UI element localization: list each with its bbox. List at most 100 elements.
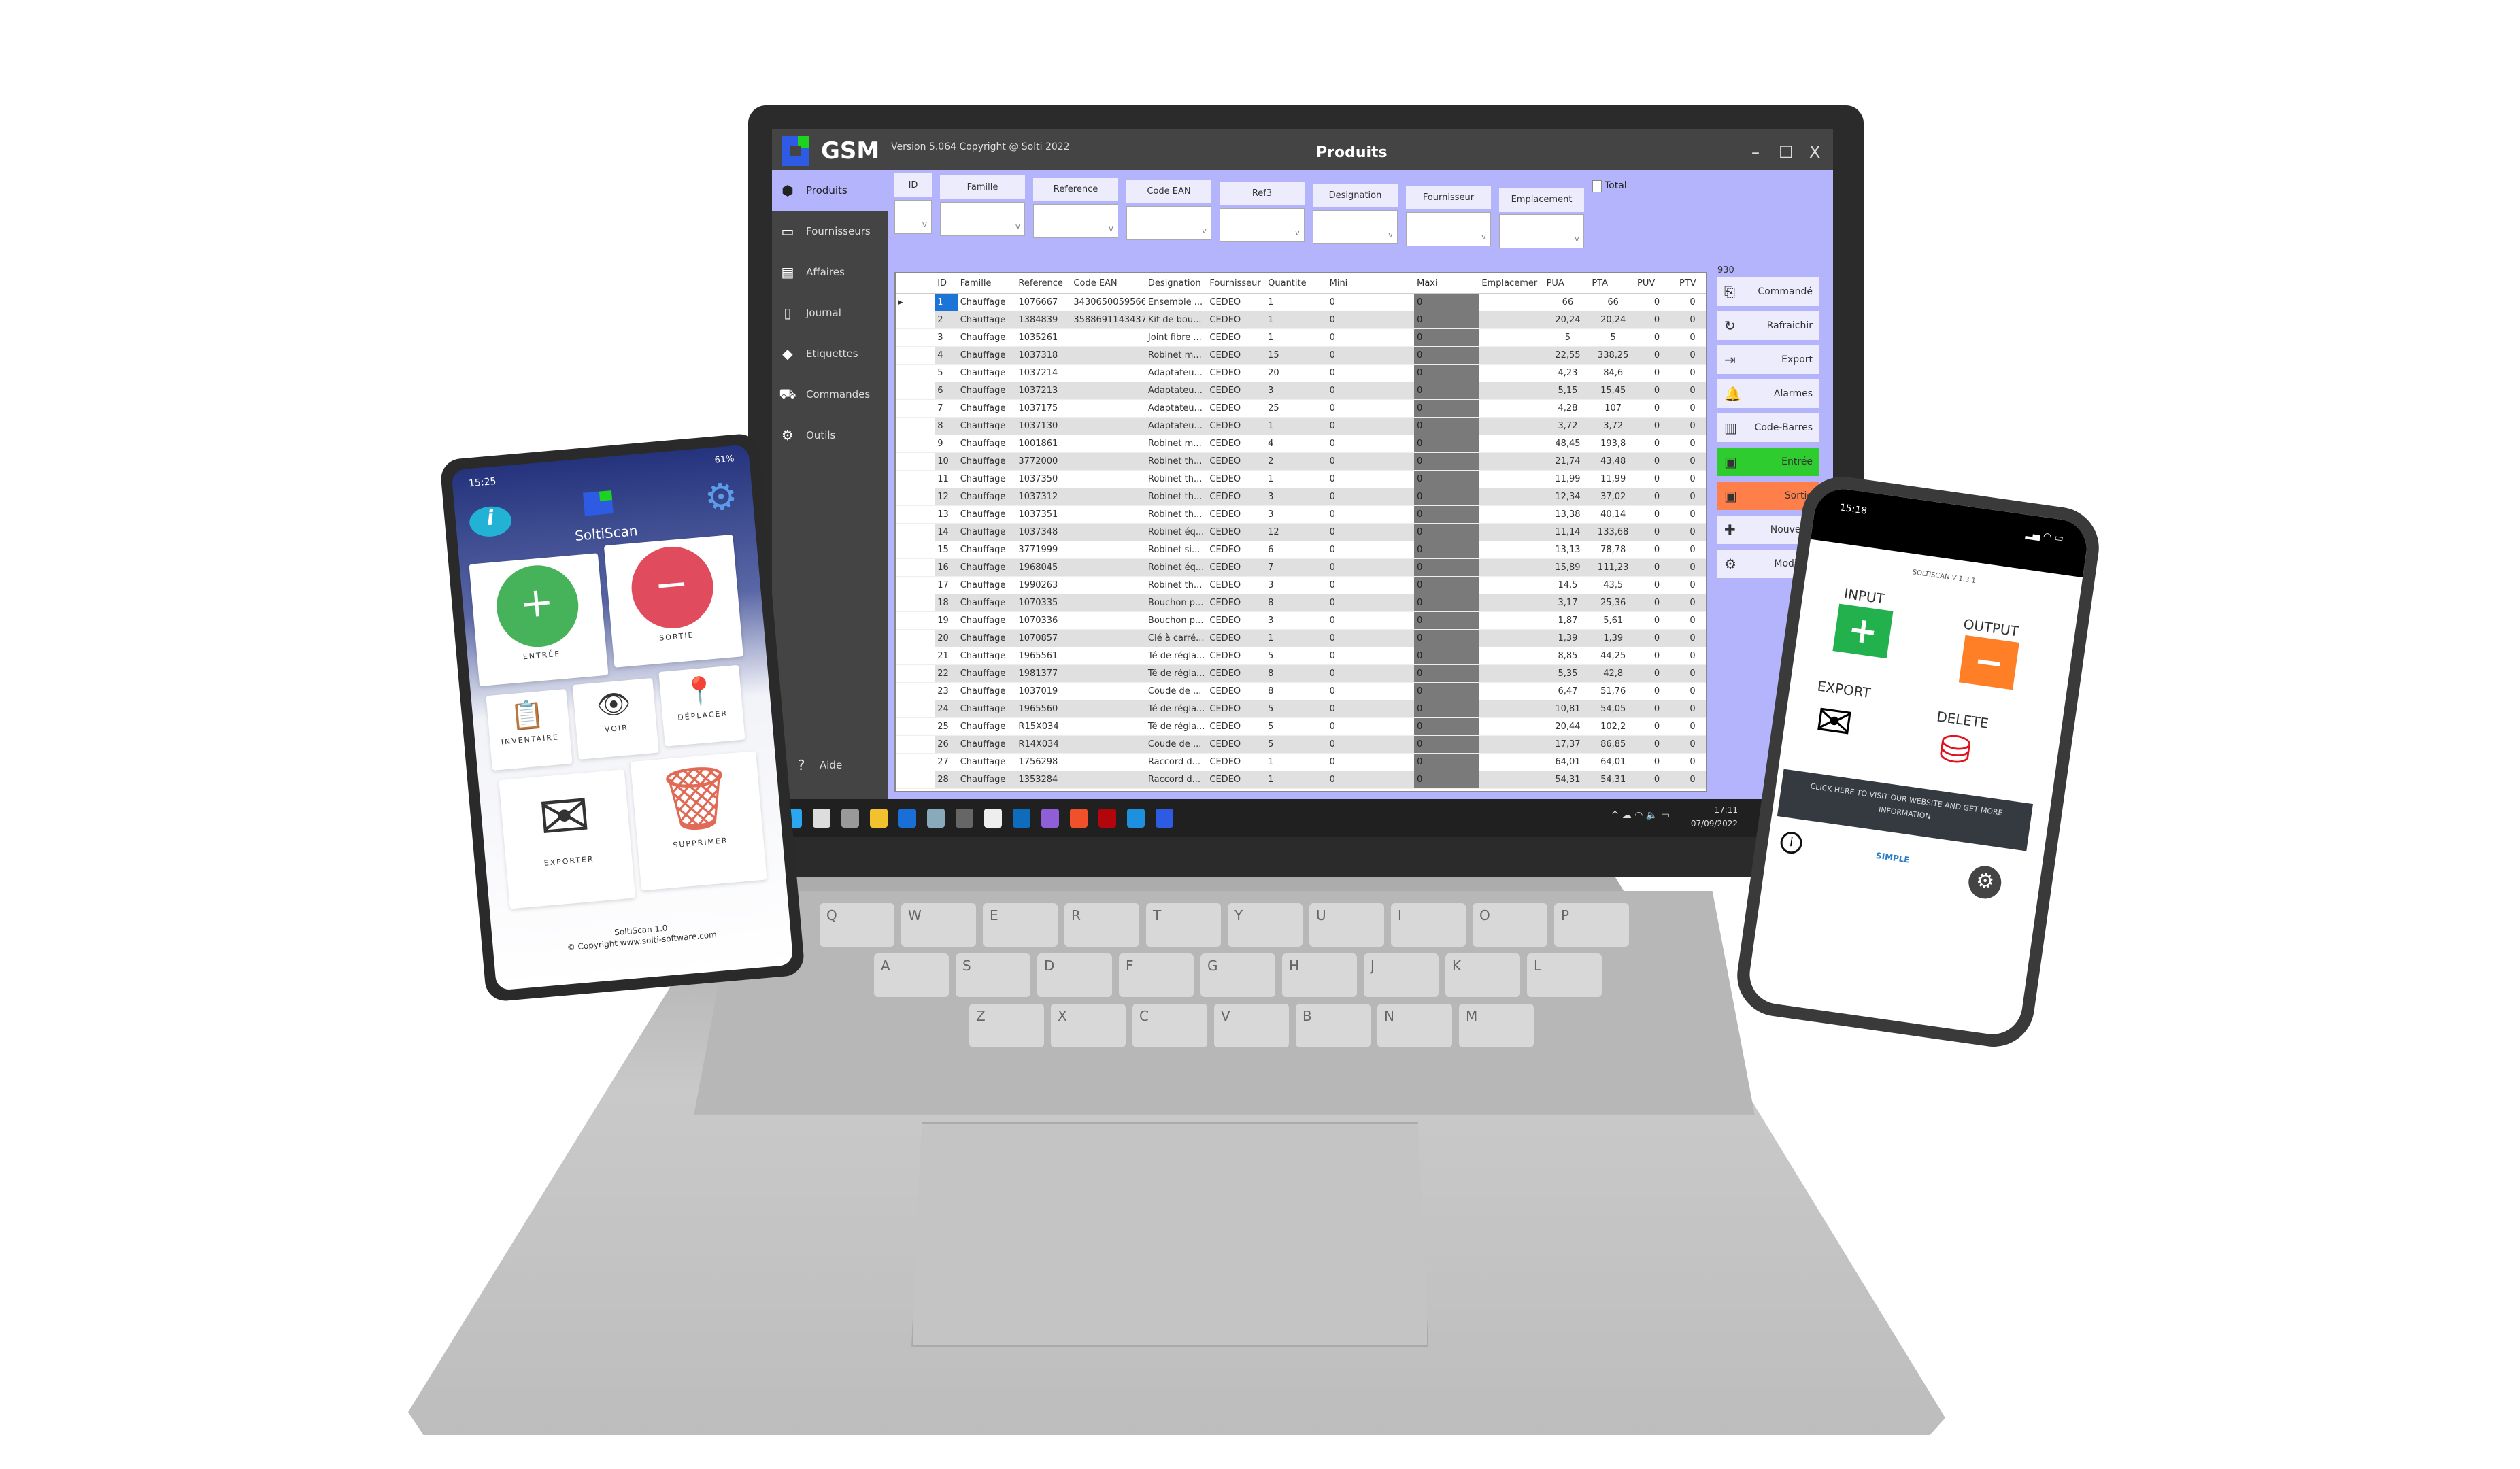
grid-cell[interactable]: 0 [1414, 736, 1479, 753]
sidebar-item-etiquettes[interactable]: ◆ Etiquettes [772, 333, 888, 374]
filter-dropdown[interactable] [1126, 206, 1211, 240]
grid-cell[interactable]: 15,45 [1589, 382, 1634, 399]
grid-cell[interactable]: 3588691143437 [1071, 311, 1145, 328]
grid-cell[interactable]: 0 [1327, 612, 1415, 629]
grid-cell[interactable]: Robinet th... [1145, 506, 1207, 523]
grid-cell[interactable]: 0 [1414, 400, 1479, 417]
grid-cell[interactable]: 78,78 [1589, 541, 1634, 558]
grid-cell[interactable]: 51,76 [1589, 683, 1634, 700]
grid-cell[interactable]: 66 [1589, 294, 1634, 311]
grid-cell[interactable]: Ensemble ... [1145, 294, 1207, 311]
grid-cell[interactable]: 1070335 [1015, 594, 1071, 611]
grid-cell[interactable]: 0 [1414, 347, 1479, 364]
grid-cell[interactable]: 1035261 [1015, 329, 1071, 346]
table-row[interactable]: 19 Chauffage 1070336 Bouchon p... CEDEO 3 0 0 1,… [896, 612, 1706, 630]
grid-cell[interactable] [1479, 382, 1543, 399]
grid-cell[interactable]: 24 [935, 700, 957, 717]
grid-cell[interactable]: Chauffage [958, 541, 1016, 558]
grid-cell[interactable]: 0 [1327, 524, 1415, 541]
grid-cell[interactable]: 8 [1265, 683, 1326, 700]
grid-cell[interactable]: CEDEO [1207, 471, 1265, 488]
grid-cell[interactable]: 14,5 [1544, 577, 1590, 594]
grid-cell[interactable]: 8 [1265, 665, 1326, 682]
grid-cell[interactable]: 0 [1327, 647, 1415, 664]
gsm-icon[interactable] [1156, 808, 1173, 828]
grid-cell[interactable]: 15,89 [1544, 559, 1590, 576]
grid-cell[interactable]: CEDEO [1207, 435, 1265, 452]
grid-cell[interactable]: CEDEO [1207, 754, 1265, 771]
settings-icon[interactable]: ⚙ [1966, 864, 2004, 901]
grid-cell[interactable]: 5,35 [1544, 665, 1590, 682]
grid-cell[interactable]: CEDEO [1207, 311, 1265, 328]
grid-cell[interactable] [1071, 329, 1145, 346]
grid-cell[interactable]: CEDEO [1207, 294, 1265, 311]
table-row[interactable]: 3 Chauffage 1035261 Joint fibre ... CEDEO 1 0 0… [896, 329, 1706, 347]
grid-cell[interactable] [1479, 683, 1543, 700]
file-explorer-icon[interactable] [870, 808, 888, 828]
grid-cell[interactable]: 1037213 [1015, 382, 1071, 399]
grid-cell[interactable]: Clé à carré... [1145, 630, 1207, 647]
grid-cell[interactable]: 1037312 [1015, 488, 1071, 505]
grid-cell[interactable] [1071, 435, 1145, 452]
grid-cell[interactable]: 11,99 [1589, 471, 1634, 488]
grid-cell[interactable]: 18 [935, 594, 957, 611]
grid-cell[interactable]: 54,31 [1544, 771, 1590, 788]
table-row[interactable]: 25 Chauffage R15X034 Té de régla... CEDEO 5 0 0… [896, 718, 1706, 736]
grid-cell[interactable]: 0 [1634, 736, 1677, 753]
grid-cell[interactable]: 9 [935, 435, 957, 452]
table-row[interactable]: 8 Chauffage 1037130 Adaptateu... CEDEO 1 0 0 3,7… [896, 418, 1706, 435]
filezilla-icon[interactable] [1098, 808, 1116, 828]
grid-cell[interactable]: CEDEO [1207, 559, 1265, 576]
row-selector[interactable] [896, 683, 935, 700]
grid-cell[interactable]: 5 [1265, 736, 1326, 753]
grid-cell[interactable] [1479, 311, 1543, 328]
grid-cell[interactable]: 0 [1677, 471, 1706, 488]
rafraichir-button[interactable]: ↻ Rafraichir [1717, 311, 1819, 340]
grid-cell[interactable]: 84,6 [1589, 365, 1634, 382]
grid-cell[interactable] [1479, 718, 1543, 735]
grid-cell[interactable] [1479, 594, 1543, 611]
row-selector[interactable] [896, 647, 935, 664]
grid-cell[interactable]: 0 [1327, 294, 1415, 311]
grid-cell[interactable]: 26 [935, 736, 957, 753]
row-selector[interactable] [896, 736, 935, 753]
export-mail-icon[interactable]: ✉ [1813, 695, 1855, 750]
column-header[interactable]: Maxi [1414, 273, 1479, 293]
table-row[interactable]: 2 Chauffage 1384839 3588691143437 Kit de bou… [896, 311, 1706, 329]
grid-cell[interactable]: 4,23 [1544, 365, 1590, 382]
grid-cell[interactable]: 6 [1265, 541, 1326, 558]
column-header[interactable]: PUA [1544, 273, 1590, 293]
grid-cell[interactable]: 0 [1634, 683, 1677, 700]
teamviewer-icon[interactable] [898, 808, 916, 828]
grid-cell[interactable]: 1965561 [1015, 647, 1071, 664]
grid-cell[interactable]: 4,28 [1544, 400, 1590, 417]
grid-cell[interactable] [1071, 718, 1145, 735]
grid-cell[interactable]: 0 [1634, 700, 1677, 717]
grid-cell[interactable]: 3,72 [1544, 418, 1590, 435]
grid-cell[interactable]: 3,17 [1544, 594, 1590, 611]
column-header[interactable]: Quantite [1265, 273, 1326, 293]
grid-cell[interactable]: 5 [1544, 329, 1590, 346]
grid-cell[interactable]: 0 [1414, 683, 1479, 700]
table-row[interactable]: ▸ 1 Chauffage 1076667 3430650059566 Ensemble … [896, 294, 1706, 311]
grid-cell[interactable]: Chauffage [958, 718, 1016, 735]
grid-cell[interactable] [1071, 559, 1145, 576]
grid-cell[interactable]: 1,39 [1544, 630, 1590, 647]
grid-cell[interactable]: 0 [1634, 771, 1677, 788]
grid-cell[interactable] [1071, 683, 1145, 700]
table-row[interactable]: 13 Chauffage 1037351 Robinet th... CEDEO 3 0 0 1… [896, 506, 1706, 524]
row-selector[interactable] [896, 488, 935, 505]
row-selector[interactable] [896, 382, 935, 399]
table-row[interactable]: 22 Chauffage 1981377 Té de régla... CEDEO 8 0 0… [896, 665, 1706, 683]
grid-cell[interactable]: 0 [1677, 736, 1706, 753]
grid-cell[interactable]: 3 [935, 329, 957, 346]
grid-cell[interactable]: Chauffage [958, 506, 1016, 523]
row-selector[interactable] [896, 665, 935, 682]
grid-cell[interactable]: 0 [1634, 524, 1677, 541]
grid-cell[interactable]: 1037350 [1015, 471, 1071, 488]
grid-cell[interactable] [1479, 294, 1543, 311]
grid-cell[interactable] [1479, 665, 1543, 682]
grid-cell[interactable]: 10,81 [1544, 700, 1590, 717]
grid-cell[interactable]: Robinet th... [1145, 453, 1207, 470]
grid-cell[interactable]: 0 [1634, 559, 1677, 576]
